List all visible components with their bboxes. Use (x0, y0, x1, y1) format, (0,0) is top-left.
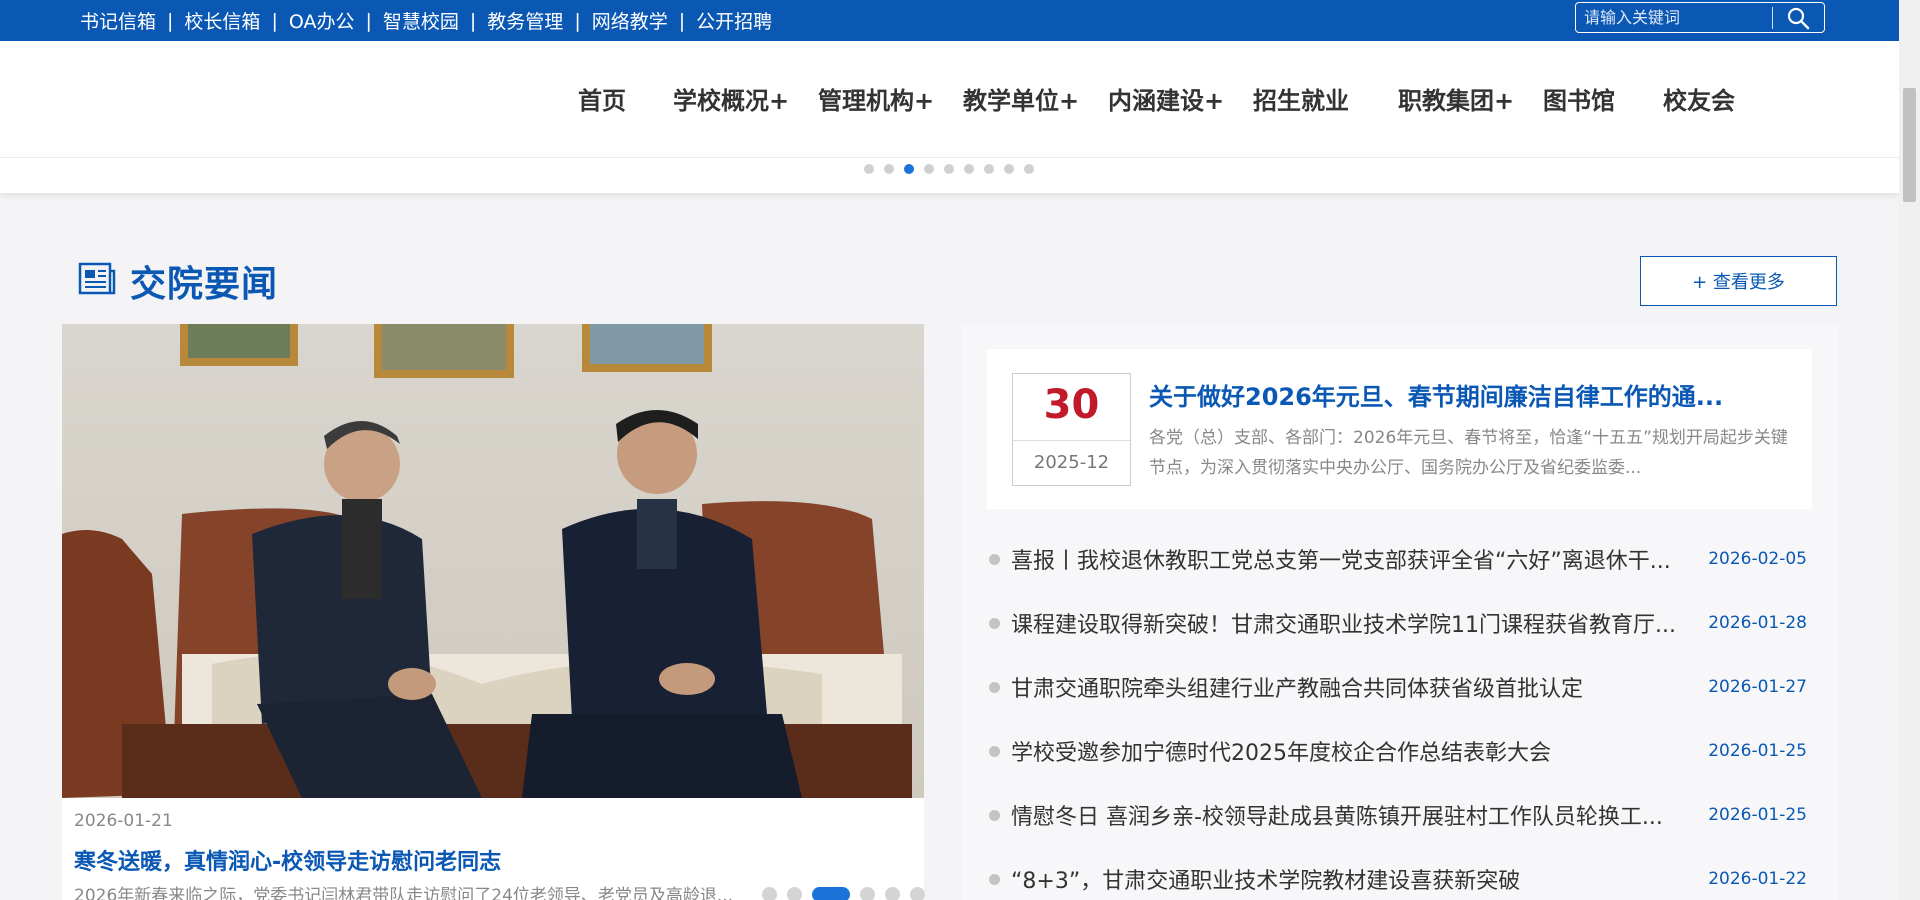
nav-item-home[interactable]: 首页 (578, 81, 626, 116)
news-date: 2026-01-25 (1708, 741, 1807, 761)
feature-summary: 2026年新春来临之际，党委书记闫林君带队走访慰问了24位老领导、老党员及高龄退… (74, 886, 734, 900)
bullet-icon (989, 873, 1000, 885)
date-day: 30 (1043, 382, 1100, 428)
scrollbar-thumb[interactable] (1903, 88, 1916, 202)
search-box (1575, 2, 1825, 33)
separator: | (678, 9, 686, 32)
top-links: 书记信箱 | 校长信箱 | OA办公 | 智慧校园 | 教务管理 | 网络教学 … (80, 7, 772, 34)
separator: | (365, 9, 372, 32)
news-title[interactable]: 喜报丨我校退休教职工党总支第一党支部获评全省“六好”离退休干... (1011, 543, 1716, 575)
news-list-item[interactable]: 课程建设取得新突破！甘肃交通职业技术学院11门课程获省教育厅... 2026-0… (987, 603, 1812, 643)
search-icon[interactable] (1773, 3, 1823, 32)
bullet-icon (989, 681, 1000, 693)
feature-photo[interactable] (62, 324, 924, 798)
nav-item-library[interactable]: 图书馆 (1543, 81, 1615, 116)
bullet-icon (989, 617, 1000, 629)
news-date: 2026-01-27 (1708, 677, 1807, 697)
top-link-recruitment[interactable]: 公开招聘 (696, 7, 772, 34)
feature-date: 2026-01-21 (74, 811, 173, 831)
top-link-president-mailbox[interactable]: 校长信箱 (184, 7, 260, 34)
news-list-item[interactable]: “8+3”，甘肃交通职业技术学院教材建设喜获新突破 2026-01-22 (987, 859, 1812, 899)
section-header: 交院要闻 (78, 255, 278, 307)
banner-dot[interactable] (924, 164, 934, 174)
main-nav-area: 首页 学校概况+ 管理机构+ 教学单位+ 内涵建设+ 招生就业 职教集团+ 图书… (0, 41, 1899, 193)
nav-item-school-overview[interactable]: 学校概况+ (673, 81, 789, 116)
top-bar: 书记信箱 | 校长信箱 | OA办公 | 智慧校园 | 教务管理 | 网络教学 … (0, 0, 1899, 41)
nav-item-vocational-group[interactable]: 职教集团+ (1398, 81, 1514, 116)
slider-dot[interactable] (910, 887, 925, 900)
slider-dot[interactable] (762, 887, 777, 900)
slider-dot[interactable] (860, 887, 875, 900)
top-link-oa[interactable]: OA办公 (289, 7, 355, 34)
newspaper-icon (78, 262, 116, 300)
date-box: 30 2025-12 (1012, 373, 1131, 486)
news-title[interactable]: 学校受邀参加宁德时代2025年度校企合作总结表彰大会 (1011, 735, 1716, 767)
news-list-item[interactable]: 喜报丨我校退休教职工党总支第一党支部获评全省“六好”离退休干... 2026-0… (987, 539, 1812, 579)
news-panel: 30 2025-12 关于做好2026年元旦、春节期间廉洁自律工作的通... 各… (962, 324, 1838, 900)
news-list-item[interactable]: 情慰冬日 喜润乡亲-校领导赴成县黄陈镇开展驻村工作队员轮换工... 2026-0… (987, 795, 1812, 835)
banner-dot[interactable] (964, 164, 974, 174)
news-title[interactable]: 情慰冬日 喜润乡亲-校领导赴成县黄陈镇开展驻村工作队员轮换工... (1011, 799, 1716, 831)
top-news-title[interactable]: 关于做好2026年元旦、春节期间廉洁自律工作的通... (1149, 377, 1723, 412)
nav-item-administration[interactable]: 管理机构+ (818, 81, 934, 116)
banner-pagination (864, 164, 1034, 174)
main-nav: 首页 学校概况+ 管理机构+ 教学单位+ 内涵建设+ 招生就业 职教集团+ 图书… (0, 41, 1899, 157)
feature-slider-pagination (762, 887, 925, 900)
banner-dot[interactable] (1004, 164, 1014, 174)
news-title[interactable]: “8+3”，甘肃交通职业技术学院教材建设喜获新突破 (1011, 863, 1716, 895)
nav-item-connotation-building[interactable]: 内涵建设+ (1108, 81, 1224, 116)
feature-story[interactable]: 2026-01-21 寒冬送暖，真情润心-校领导走访慰问老同志 2026年新春来… (62, 324, 925, 900)
date-divider (1013, 440, 1130, 441)
banner-dot[interactable] (984, 164, 994, 174)
nav-item-teaching-units[interactable]: 教学单位+ (963, 81, 1079, 116)
feature-title[interactable]: 寒冬送暖，真情润心-校领导走访慰问老同志 (74, 844, 501, 876)
slider-dot[interactable] (885, 887, 900, 900)
banner-dot[interactable] (944, 164, 954, 174)
top-link-academic-affairs[interactable]: 教务管理 (487, 7, 563, 34)
news-date: 2026-01-25 (1708, 805, 1807, 825)
search-input[interactable] (1576, 8, 1772, 27)
bullet-icon (989, 553, 1000, 565)
bullet-icon (989, 809, 1000, 821)
nav-item-admissions-employment[interactable]: 招生就业 (1253, 81, 1349, 116)
date-year-month: 2025-12 (1033, 452, 1110, 473)
nav-divider (0, 157, 1899, 158)
top-news-card[interactable]: 30 2025-12 关于做好2026年元旦、春节期间廉洁自律工作的通... 各… (987, 349, 1812, 509)
section-title: 交院要闻 (130, 264, 279, 305)
banner-dot[interactable] (864, 164, 874, 174)
separator: | (271, 9, 278, 32)
top-link-online-teaching[interactable]: 网络教学 (592, 7, 668, 34)
banner-dot[interactable] (884, 164, 894, 174)
page-scrollbar[interactable] (1899, 0, 1920, 900)
news-title[interactable]: 课程建设取得新突破！甘肃交通职业技术学院11门课程获省教育厅... (1011, 607, 1716, 639)
separator: | (167, 9, 174, 32)
slider-dot[interactable] (787, 887, 802, 900)
banner-dot[interactable] (1024, 164, 1034, 174)
separator: | (469, 9, 477, 32)
news-list-item[interactable]: 学校受邀参加宁德时代2025年度校企合作总结表彰大会 2026-01-25 (987, 731, 1812, 771)
top-news-summary: 各党（总）支部、各部门：2026年元旦、春节将至，恰逢“十五五”规划开局起步关键… (1149, 428, 1788, 478)
news-date: 2026-01-22 (1708, 869, 1807, 889)
view-more-button[interactable]: + 查看更多 (1640, 256, 1837, 306)
news-title[interactable]: 甘肃交通职院牵头组建行业产教融合共同体获省级首批认定 (1011, 671, 1716, 703)
bullet-icon (989, 745, 1000, 757)
news-date: 2026-01-28 (1708, 613, 1807, 633)
slider-dot[interactable] (812, 887, 850, 900)
nav-item-alumni[interactable]: 校友会 (1663, 81, 1735, 116)
banner-dot[interactable] (904, 164, 914, 174)
news-date: 2026-02-05 (1708, 549, 1807, 569)
separator: | (574, 9, 581, 32)
news-list-item[interactable]: 甘肃交通职院牵头组建行业产教融合共同体获省级首批认定 2026-01-27 (987, 667, 1812, 707)
top-link-secretary-mailbox[interactable]: 书记信箱 (80, 7, 156, 34)
top-link-smart-campus[interactable]: 智慧校园 (383, 7, 459, 34)
